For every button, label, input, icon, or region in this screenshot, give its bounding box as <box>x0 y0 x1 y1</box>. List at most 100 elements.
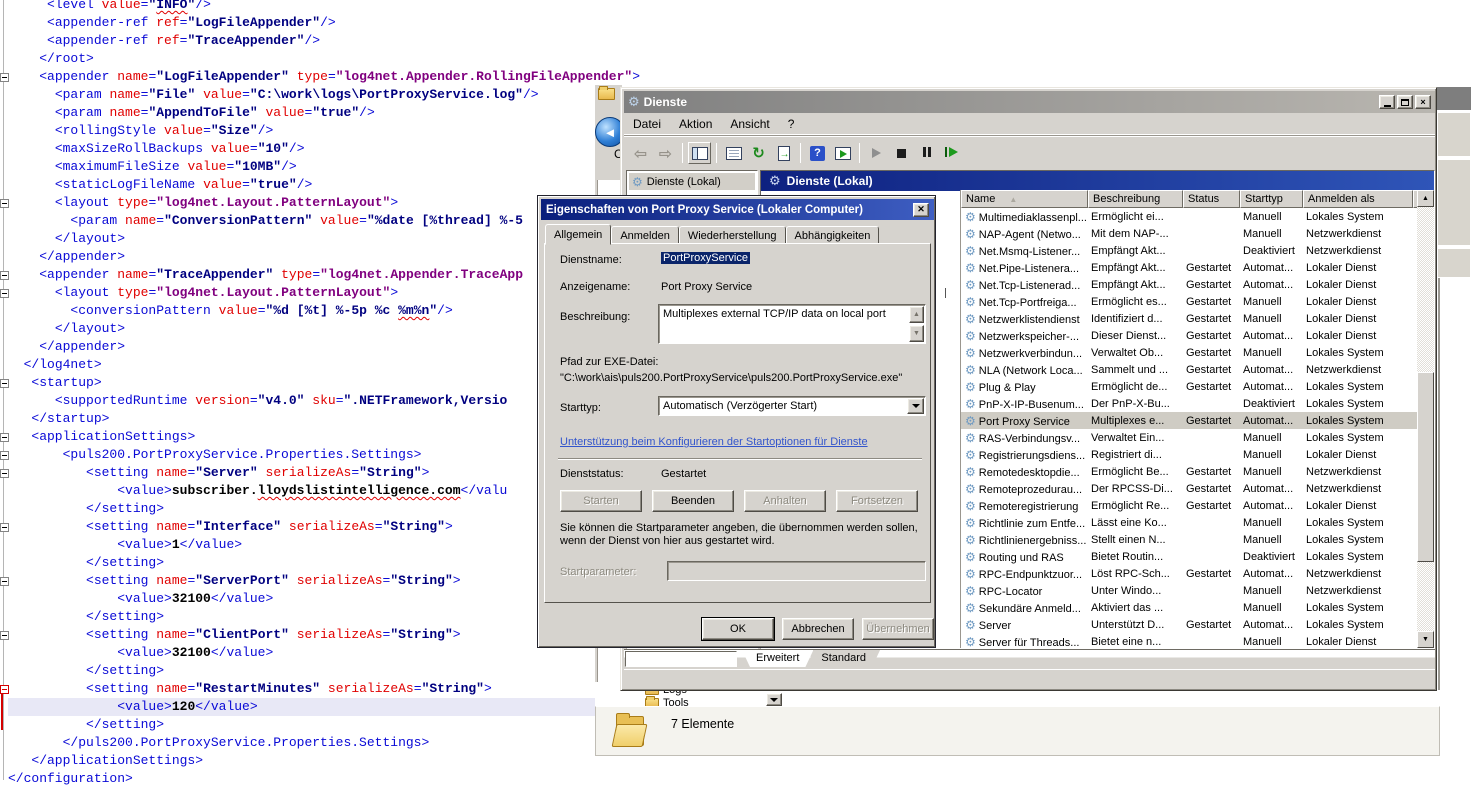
fold-toggle[interactable] <box>0 73 9 82</box>
fold-toggle[interactable] <box>0 685 9 694</box>
starten-button[interactable]: Starten <box>560 490 642 512</box>
anhalten-button[interactable]: Anhalten <box>744 490 826 512</box>
service-row[interactable]: ⚙RAS-Verbindungsv...Verwaltet Ein...Manu… <box>961 429 1418 446</box>
service-row[interactable]: ⚙Routing und RASBietet Routin...Deaktivi… <box>961 548 1418 565</box>
console-tree-icon[interactable] <box>688 142 711 164</box>
service-name-value[interactable]: PortProxyService <box>661 252 750 264</box>
service-row[interactable]: ⚙NetzwerklistendienstIdentifiziert d...G… <box>961 310 1418 327</box>
dialog-titlebar[interactable]: Eigenschaften von Port Proxy Service (Lo… <box>541 199 934 220</box>
code-line[interactable]: <setting name="RestartMinutes" serialize… <box>8 680 640 698</box>
pause-service-icon[interactable] <box>915 142 938 164</box>
bernehmen-button[interactable]: Übernehmen <box>862 618 934 640</box>
service-row[interactable]: ⚙Net.Tcp-Listenerad...Empfängt Akt...Ges… <box>961 276 1418 293</box>
menu-datei[interactable]: Datei <box>624 115 670 133</box>
code-line[interactable]: </setting> <box>8 716 640 734</box>
code-line[interactable]: <maxSizeRollBackups value="10"/> <box>8 140 640 158</box>
forward-icon[interactable]: ⇨ <box>654 142 677 164</box>
code-line[interactable]: <maximumFileSize value="10MB"/> <box>8 158 640 176</box>
tree-item-dienste-lokal[interactable]: ⚙ Dienste (Lokal) <box>629 173 755 190</box>
scroll-up-button[interactable]: ▲ <box>1417 190 1434 207</box>
code-line[interactable]: <appender-ref ref="TraceAppender"/> <box>8 32 640 50</box>
vertical-scrollbar[interactable]: ▲ ▼ <box>1417 190 1434 648</box>
fold-toggle[interactable] <box>0 451 9 460</box>
close-button[interactable]: ✕ <box>913 203 929 217</box>
fold-toggle[interactable] <box>0 469 9 478</box>
fold-toggle[interactable] <box>0 289 9 298</box>
service-row[interactable]: ⚙ServerUnterstützt D...GestartetAutomat.… <box>961 616 1418 633</box>
startup-type-select[interactable]: Automatisch (Verzögerter Start) <box>658 396 926 416</box>
extended-view-icon[interactable] <box>831 142 854 164</box>
code-line[interactable]: </setting> <box>8 662 640 680</box>
services-window-titlebar[interactable]: ⚙ Dienste × <box>624 91 1435 113</box>
service-row[interactable]: ⚙Multimediaklassenpl...Ermöglicht ei...M… <box>961 208 1418 225</box>
properties-icon[interactable] <box>722 142 745 164</box>
service-row[interactable]: ⚙RPC-Endpunktzuor...Löst RPC-Sch...Gesta… <box>961 565 1418 582</box>
back-icon[interactable]: ⇦ <box>629 142 652 164</box>
scrollbar-thumb[interactable] <box>1417 372 1434 562</box>
minimize-button[interactable] <box>1379 95 1395 109</box>
column-header-anmeldenals[interactable]: Anmelden als <box>1303 190 1413 208</box>
view-tab-standard[interactable]: Standard <box>807 650 880 667</box>
service-row[interactable]: ⚙RemoteregistrierungErmöglicht Re...Gest… <box>961 497 1418 514</box>
fold-toggle[interactable] <box>0 631 9 640</box>
code-line[interactable]: <param name="File" value="C:\work\logs\P… <box>8 86 640 104</box>
service-row[interactable]: ⚙Net.Tcp-Portfreiga...Ermöglicht es...Ge… <box>961 293 1418 310</box>
scroll-down-button[interactable]: ▼ <box>1417 631 1434 648</box>
service-row[interactable]: ⚙Netzwerkverbindun...Verwaltet Ob...Gest… <box>961 344 1418 361</box>
fold-toggle[interactable] <box>0 199 9 208</box>
code-line[interactable]: </applicationSettings> <box>8 752 640 770</box>
service-row[interactable]: ⚙Server für Threads...Bietet eine n...Ma… <box>961 633 1418 648</box>
tab-wiederherstellung[interactable]: Wiederherstellung <box>679 226 786 244</box>
service-row[interactable]: ⚙PnP-X-IP-Busenum...Der PnP-X-Bu...Deakt… <box>961 395 1418 412</box>
service-row[interactable]: ⚙Remotedesktopdie...Ermöglicht Be...Gest… <box>961 463 1418 480</box>
scroll-up-button[interactable]: ▲ <box>909 306 924 323</box>
ok-button[interactable]: OK <box>702 618 774 640</box>
menu-[interactable]: ? <box>779 115 804 133</box>
dropdown-button[interactable] <box>766 693 782 706</box>
maximize-button[interactable] <box>1397 95 1413 109</box>
beenden-button[interactable]: Beenden <box>652 490 734 512</box>
code-line[interactable]: <param name="AppendToFile" value="true"/… <box>8 104 640 122</box>
start-params-input[interactable] <box>667 561 926 581</box>
service-row[interactable]: ⚙NAP-Agent (Netwo...Mit dem NAP-...Manue… <box>961 225 1418 242</box>
help-icon[interactable]: ? <box>806 142 829 164</box>
service-row[interactable]: ⚙NLA (Network Loca...Sammelt und ...Gest… <box>961 361 1418 378</box>
fold-toggle[interactable] <box>0 271 9 280</box>
restart-service-icon[interactable] <box>940 142 963 164</box>
column-header-name[interactable]: Name▲ <box>961 190 1088 208</box>
code-line[interactable]: <rollingStyle value="Size"/> <box>8 122 640 140</box>
export-list-icon[interactable]: → <box>772 142 795 164</box>
service-row[interactable]: ⚙RPC-LocatorUnter Windo...ManuellNetzwer… <box>961 582 1418 599</box>
abbrechen-button[interactable]: Abbrechen <box>782 618 854 640</box>
service-row[interactable]: ⚙Netzwerkspeicher-...Dieser Dienst...Ges… <box>961 327 1418 344</box>
view-tab-erweitert[interactable]: Erweitert <box>742 650 813 667</box>
service-row[interactable]: ⚙Net.Pipe-Listenera...Empfängt Akt...Ges… <box>961 259 1418 276</box>
tab-allgemein[interactable]: Allgemein <box>545 224 611 245</box>
column-header-status[interactable]: Status <box>1183 190 1240 208</box>
code-line[interactable]: </configuration> <box>8 770 640 787</box>
fold-toggle[interactable] <box>0 433 9 442</box>
fortsetzen-button[interactable]: Fortsetzen <box>836 490 918 512</box>
column-header-beschreibung[interactable]: Beschreibung <box>1088 190 1183 208</box>
fold-toggle[interactable] <box>0 523 9 532</box>
service-row[interactable]: ⚙Registrierungsdiens...Registriert di...… <box>961 446 1418 463</box>
fold-toggle[interactable] <box>0 577 9 586</box>
startup-options-help-link[interactable]: Unterstützung beim Konfigurieren der Sta… <box>560 436 868 448</box>
service-row[interactable]: ⚙Net.Msmq-Listener...Empfängt Akt...Deak… <box>961 242 1418 259</box>
chevron-down-icon[interactable] <box>907 398 924 414</box>
service-row[interactable]: ⚙Plug & PlayErmöglicht de...GestartetAut… <box>961 378 1418 395</box>
tab-anmelden[interactable]: Anmelden <box>611 226 679 244</box>
code-line[interactable]: <value>120</value> <box>8 698 596 716</box>
service-row[interactable]: ⚙Sekundäre Anmeld...Aktiviert das ...Man… <box>961 599 1418 616</box>
service-row[interactable]: ⚙Port Proxy ServiceMultiplexes e...Gesta… <box>961 412 1418 429</box>
menu-ansicht[interactable]: Ansicht <box>721 115 778 133</box>
start-service-icon[interactable] <box>865 142 888 164</box>
code-line[interactable]: <appender name="LogFileAppender" type="l… <box>8 68 640 86</box>
column-header-starttyp[interactable]: Starttyp <box>1240 190 1303 208</box>
code-line[interactable]: <staticLogFileName value="true"/> <box>8 176 640 194</box>
fold-toggle[interactable] <box>0 379 9 388</box>
service-row[interactable]: ⚙Richtlinie zum Entfe...Lässt eine Ko...… <box>961 514 1418 531</box>
refresh-icon[interactable]: ↻ <box>747 142 770 164</box>
close-button[interactable]: × <box>1415 95 1431 109</box>
service-row[interactable]: ⚙Remoteprozedurau...Der RPCSS-Di...Gesta… <box>961 480 1418 497</box>
